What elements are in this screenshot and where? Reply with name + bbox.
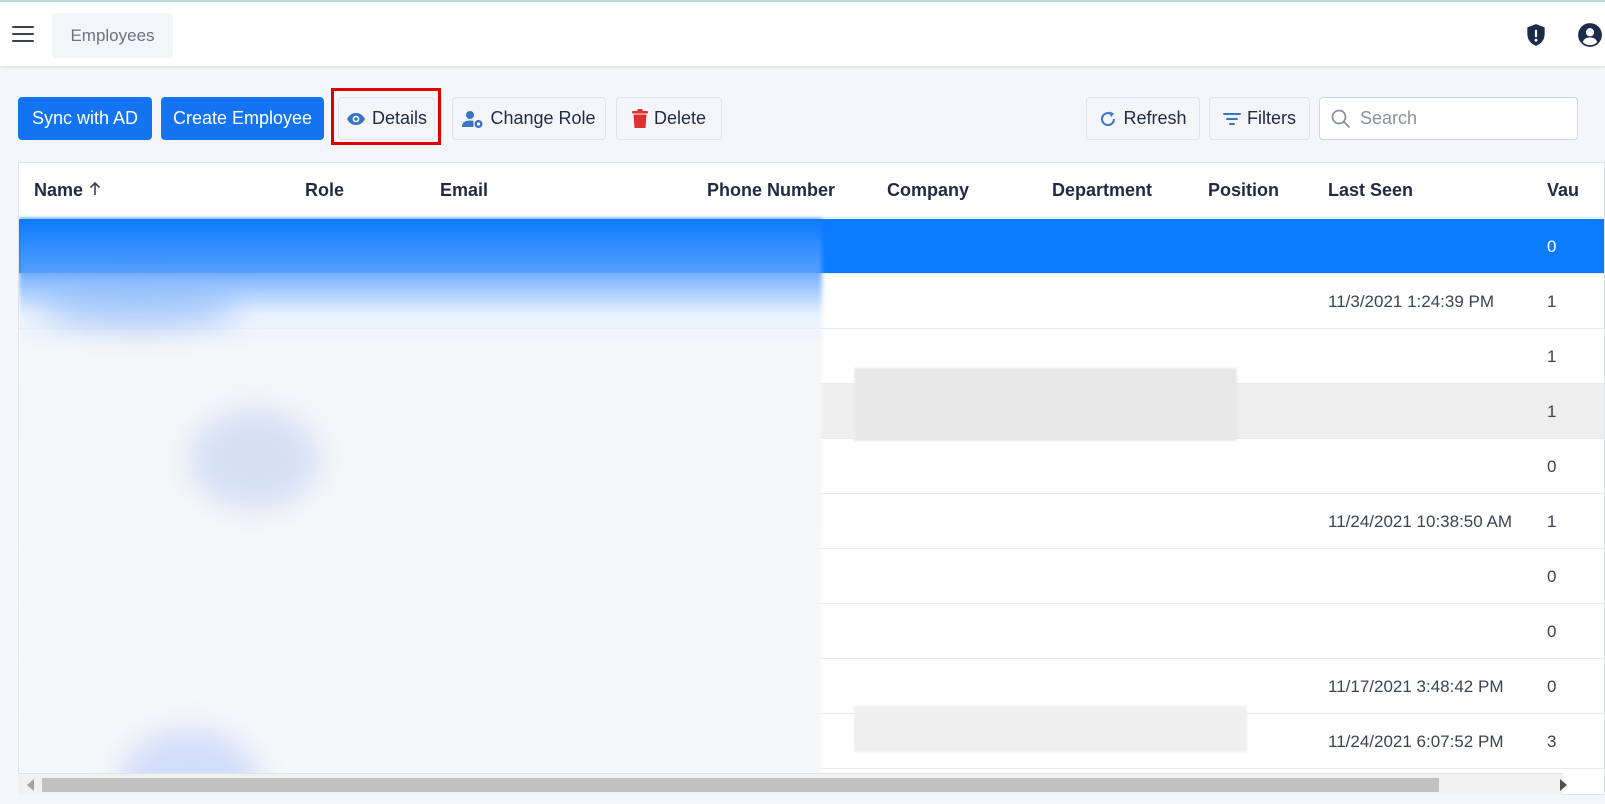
last-seen-cell: 11/3/2021 1:24:39 PM bbox=[1328, 292, 1495, 311]
vault-cell: 0 bbox=[1547, 677, 1557, 696]
create-employee-label: Create Employee bbox=[172, 108, 313, 128]
shield-alert-icon[interactable] bbox=[1523, 22, 1549, 48]
column-header-company[interactable]: Company bbox=[887, 163, 969, 218]
vault-cell: 0 bbox=[1547, 237, 1557, 256]
menu-icon[interactable] bbox=[12, 26, 34, 42]
vault-cell: 0 bbox=[1547, 457, 1557, 476]
column-header-department[interactable]: Department bbox=[1052, 163, 1152, 218]
user-gear-icon bbox=[462, 110, 483, 128]
vault-cell: 3 bbox=[1547, 732, 1557, 751]
scroll-right-icon[interactable] bbox=[1560, 779, 1567, 791]
scrollbar-thumb[interactable] bbox=[42, 778, 1439, 792]
vault-cell: 1 bbox=[1547, 512, 1557, 531]
delete-button[interactable]: Delete bbox=[616, 97, 722, 140]
vault-cell: 1 bbox=[1547, 347, 1557, 366]
redacted-company-block bbox=[854, 706, 1247, 752]
last-seen-cell: 11/24/2021 6:07:52 PM bbox=[1328, 732, 1504, 751]
delete-label: Delete bbox=[653, 108, 707, 128]
column-header-last-seen[interactable]: Last Seen bbox=[1328, 163, 1413, 218]
redaction-blob bbox=[189, 409, 319, 509]
change-role-label: Change Role bbox=[490, 108, 596, 128]
sync-with-ad-button[interactable]: Sync with AD bbox=[18, 97, 152, 140]
search-box[interactable] bbox=[1319, 97, 1578, 140]
scroll-left-icon[interactable] bbox=[27, 779, 34, 791]
redaction-blob bbox=[39, 289, 239, 329]
create-employee-button[interactable]: Create Employee bbox=[161, 97, 324, 140]
app-header: Employees bbox=[0, 2, 1605, 66]
column-header-name[interactable]: Name bbox=[34, 163, 101, 218]
vault-cell: 1 bbox=[1547, 292, 1557, 311]
column-header-role[interactable]: Role bbox=[305, 163, 344, 218]
column-header-name-label: Name bbox=[34, 180, 84, 200]
employees-table: Name Role Email Phone Number Company Dep… bbox=[18, 162, 1605, 795]
refresh-icon bbox=[1101, 111, 1116, 126]
refresh-label: Refresh bbox=[1123, 108, 1187, 128]
details-button[interactable]: Details bbox=[338, 97, 435, 140]
last-seen-cell: 11/24/2021 10:38:50 AM bbox=[1328, 512, 1513, 531]
vault-cell: 0 bbox=[1547, 567, 1557, 586]
redacted-employee-data bbox=[19, 219, 822, 794]
refresh-button[interactable]: Refresh bbox=[1086, 97, 1200, 140]
redacted-company-block bbox=[854, 368, 1237, 441]
change-role-button[interactable]: Change Role bbox=[452, 97, 606, 140]
search-icon bbox=[1331, 109, 1351, 129]
table-header: Name Role Email Phone Number Company Dep… bbox=[19, 163, 1604, 218]
last-seen-cell: 11/17/2021 3:48:42 PM bbox=[1328, 677, 1504, 696]
filter-icon bbox=[1223, 112, 1241, 125]
trash-icon bbox=[631, 109, 648, 128]
column-header-email[interactable]: Email bbox=[440, 163, 488, 218]
sort-ascending-icon bbox=[89, 182, 101, 196]
column-header-position[interactable]: Position bbox=[1208, 163, 1279, 218]
vault-cell: 1 bbox=[1547, 402, 1557, 421]
user-account-icon[interactable] bbox=[1577, 22, 1603, 48]
column-header-vault[interactable]: Vau bbox=[1547, 163, 1579, 218]
eye-icon bbox=[346, 112, 365, 125]
vault-cell: 0 bbox=[1547, 622, 1557, 641]
filters-label: Filters bbox=[1247, 108, 1296, 128]
horizontal-scrollbar[interactable] bbox=[18, 773, 1567, 795]
search-input[interactable] bbox=[1360, 99, 1570, 138]
details-label: Details bbox=[371, 108, 428, 128]
filters-button[interactable]: Filters bbox=[1209, 97, 1310, 140]
breadcrumb[interactable]: Employees bbox=[52, 13, 173, 58]
column-header-phone-number[interactable]: Phone Number bbox=[707, 163, 835, 218]
toolbar: Sync with AD Create Employee Details Cha… bbox=[0, 97, 1605, 140]
sync-with-ad-label: Sync with AD bbox=[31, 108, 139, 128]
